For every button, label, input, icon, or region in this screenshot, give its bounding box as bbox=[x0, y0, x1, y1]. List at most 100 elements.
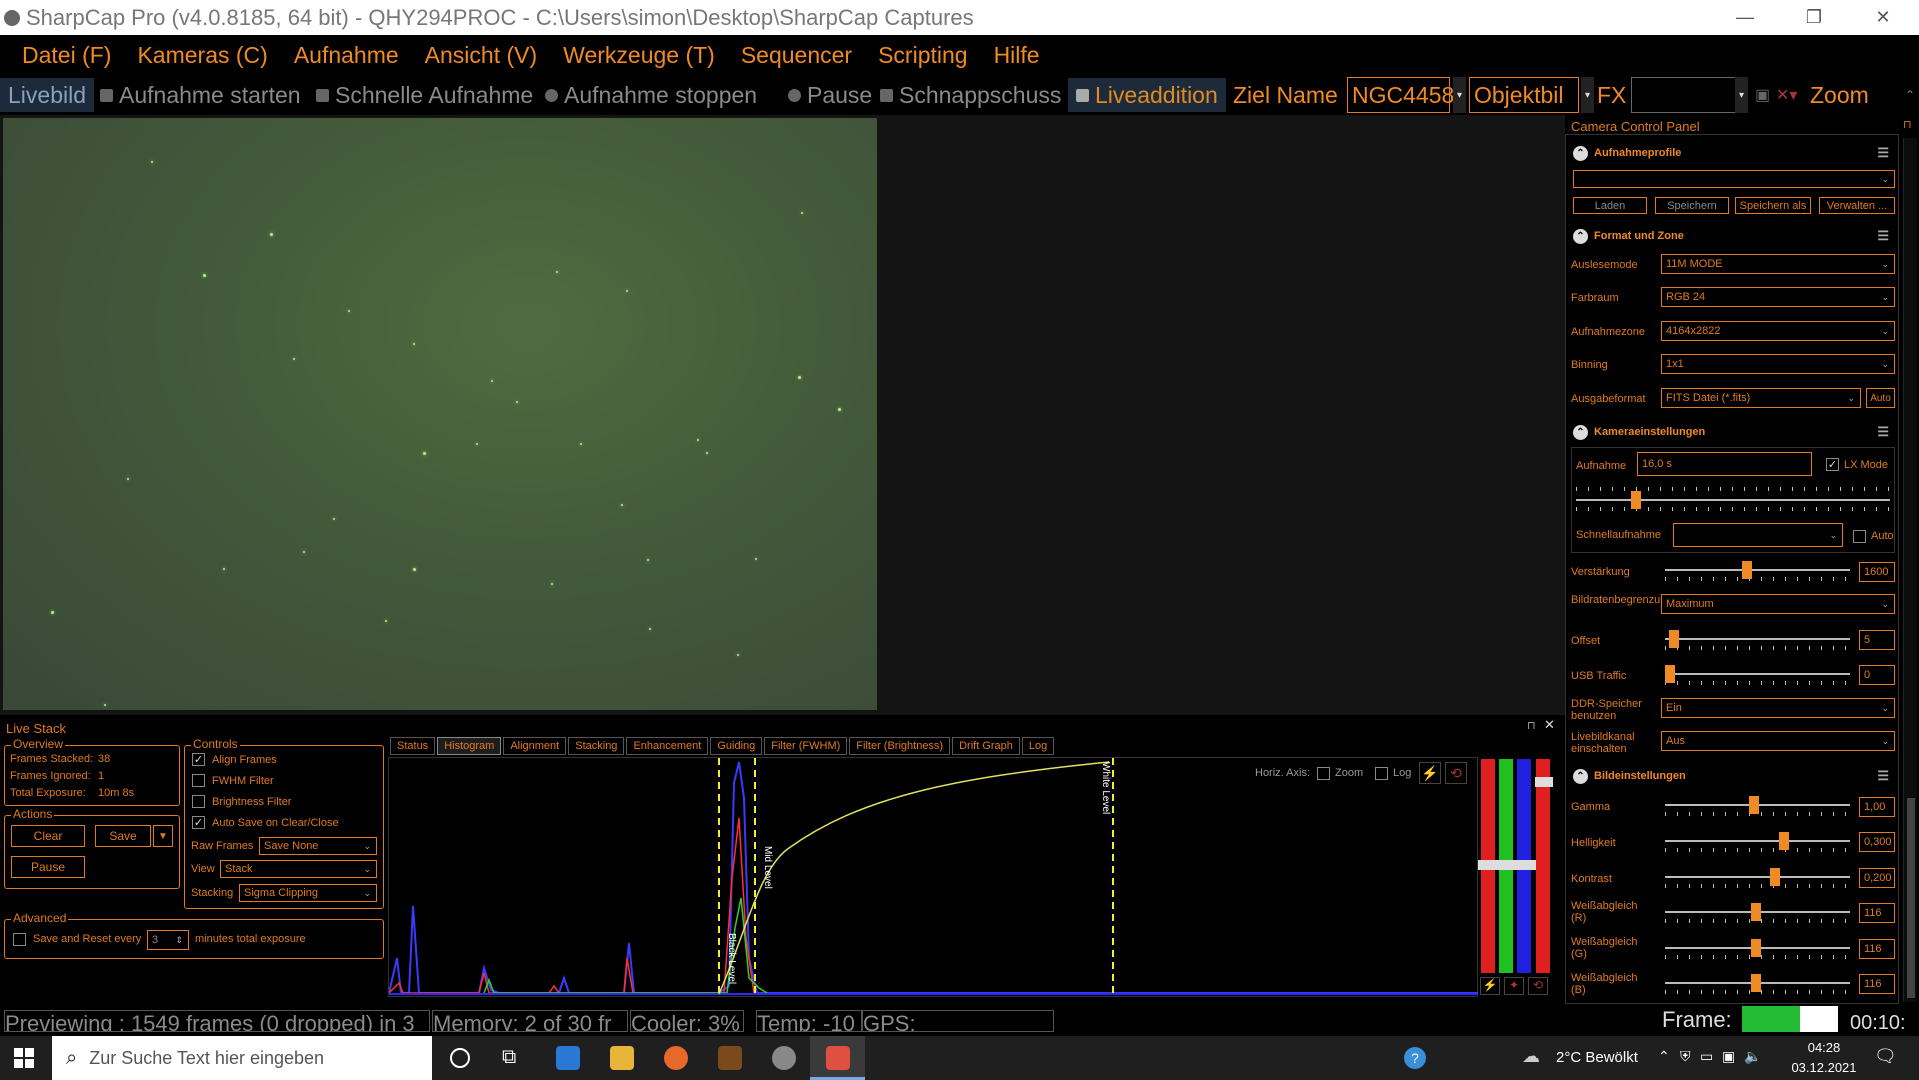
exposure-input[interactable]: 16,0 s bbox=[1637, 452, 1812, 476]
stellarium-icon[interactable] bbox=[772, 1046, 796, 1070]
balance-star-icon[interactable]: ✦ bbox=[1504, 977, 1524, 995]
store-icon[interactable] bbox=[556, 1046, 580, 1070]
wb-g-value[interactable]: 116 bbox=[1859, 939, 1895, 959]
gamma-value[interactable]: 1,00 bbox=[1859, 797, 1895, 817]
offset-slider-thumb[interactable] bbox=[1668, 630, 1679, 648]
image-settings-header[interactable]: ⌃ Bildeinstellungen ☰ bbox=[1569, 764, 1897, 788]
menu-datei[interactable]: Datei (F) bbox=[22, 42, 111, 69]
output-auto-button[interactable]: Auto bbox=[1866, 388, 1895, 408]
brightness-value[interactable]: 0,300 bbox=[1859, 832, 1895, 852]
sharpcap-taskbar-item[interactable] bbox=[810, 1036, 865, 1080]
volume-icon[interactable]: 🔈 bbox=[1744, 1048, 1761, 1065]
start-capture-button[interactable]: Aufnahme starten bbox=[100, 78, 301, 112]
histogram-log-checkbox[interactable] bbox=[1375, 767, 1388, 780]
notifications-icon[interactable]: 🗨 bbox=[1874, 1046, 1897, 1067]
quick-capture-select[interactable]: ⌄ bbox=[1673, 523, 1843, 547]
livechannel-select[interactable]: Aus ⌄ bbox=[1661, 731, 1895, 751]
pause-button[interactable]: Pause bbox=[788, 78, 872, 112]
ddr-select[interactable]: Ein ⌄ bbox=[1661, 698, 1895, 718]
histogram-zoom-checkbox[interactable] bbox=[1317, 767, 1330, 780]
save-as-profile-button[interactable]: Speichern als bbox=[1735, 197, 1811, 214]
gain-value[interactable]: 1600 bbox=[1859, 562, 1895, 582]
menu-hilfe[interactable]: Hilfe bbox=[994, 42, 1040, 69]
usb-traffic-slider[interactable] bbox=[1665, 673, 1850, 675]
histogram-chart[interactable]: Black Level Mid Level White Level bbox=[388, 758, 1479, 998]
snapshot-button[interactable]: Schnappschuss bbox=[880, 78, 1061, 112]
ccp-scrollbar[interactable] bbox=[1903, 138, 1917, 1002]
framerate-select[interactable]: Maximum ⌄ bbox=[1661, 594, 1895, 614]
windows-start-icon[interactable] bbox=[14, 1048, 34, 1068]
brightness-slider[interactable] bbox=[1665, 840, 1850, 842]
object-type-select[interactable]: Objektbil bbox=[1469, 77, 1579, 113]
save-profile-button[interactable]: Speichern bbox=[1655, 197, 1729, 214]
target-dropdown-button[interactable]: ▾ bbox=[1453, 77, 1466, 113]
balance-slider-handles[interactable] bbox=[1478, 860, 1536, 870]
colorspace-select[interactable]: RGB 24 ⌄ bbox=[1661, 287, 1895, 307]
collapse-icon[interactable]: ⌃ bbox=[1573, 424, 1588, 440]
lightning-icon[interactable]: ⚡ bbox=[1419, 762, 1441, 784]
balance-lightning-icon[interactable]: ⚡ bbox=[1480, 977, 1500, 995]
minimize-button[interactable]: — bbox=[1717, 0, 1773, 35]
zoom-label[interactable]: Zoom bbox=[1810, 78, 1869, 112]
reticule-icon[interactable]: ▣ bbox=[1755, 78, 1770, 112]
ccp-scrollbar-thumb[interactable] bbox=[1907, 798, 1915, 998]
pin-icon[interactable]: ⌃ bbox=[1905, 78, 1915, 112]
cross-icon[interactable]: ✕▾ bbox=[1776, 78, 1797, 112]
manage-profiles-button[interactable]: Verwalten ... bbox=[1819, 197, 1895, 214]
balance-top-handle[interactable] bbox=[1535, 777, 1553, 787]
load-profile-button[interactable]: Laden bbox=[1573, 197, 1647, 214]
pause-stack-button[interactable]: Pause bbox=[11, 856, 85, 878]
close-button[interactable]: ✕ bbox=[1855, 0, 1911, 35]
cortana-icon[interactable] bbox=[450, 1048, 470, 1068]
clock-date[interactable]: 03.12.2021 bbox=[1788, 1060, 1860, 1075]
image-viewer[interactable] bbox=[0, 115, 1565, 715]
menu-ansicht[interactable]: Ansicht (V) bbox=[425, 42, 537, 69]
save-menu-button[interactable]: ▼ bbox=[153, 825, 173, 847]
taskbar-search[interactable]: ⌕ Zur Suche Text hier eingeben bbox=[52, 1036, 432, 1080]
lx-mode-checkbox[interactable]: ✓ bbox=[1826, 458, 1839, 471]
livebild-button[interactable]: Livebild bbox=[0, 78, 94, 112]
exposure-slider[interactable] bbox=[1576, 499, 1890, 501]
fx-select[interactable] bbox=[1631, 77, 1739, 113]
profile-select[interactable]: ⌄ bbox=[1573, 170, 1895, 188]
task-view-icon[interactable]: ⧉ bbox=[502, 1046, 516, 1069]
hamburger-icon[interactable]: ☰ bbox=[1877, 145, 1889, 161]
gain-slider-thumb[interactable] bbox=[1742, 561, 1752, 579]
gamma-slider-thumb[interactable] bbox=[1749, 796, 1759, 814]
gain-slider[interactable] bbox=[1665, 569, 1850, 571]
tab-filter-brightness[interactable]: Filter (Brightness) bbox=[849, 737, 951, 755]
weather-text[interactable]: 2°C Bewölkt bbox=[1556, 1049, 1638, 1066]
restore-button[interactable]: ❐ bbox=[1786, 0, 1842, 35]
save-reset-stepper[interactable]: 3 ⇕ bbox=[147, 930, 189, 950]
fwhm-filter-checkbox[interactable] bbox=[192, 774, 205, 787]
brightness-slider-thumb[interactable] bbox=[1778, 832, 1789, 850]
stepper-arrows-icon[interactable]: ⇕ bbox=[175, 935, 183, 946]
security-icon[interactable]: ⛨ bbox=[1680, 1048, 1691, 1065]
wb-b-value[interactable]: 116 bbox=[1859, 974, 1895, 994]
livestack-pin-icon[interactable]: ⊓ bbox=[1527, 719, 1536, 732]
collapse-icon[interactable]: ⌃ bbox=[1573, 145, 1588, 161]
binning-select[interactable]: 1x1 ⌄ bbox=[1661, 354, 1895, 374]
ccp-pin-icon[interactable]: ⊓ bbox=[1903, 118, 1912, 131]
menu-kameras[interactable]: Kameras (C) bbox=[137, 42, 267, 69]
exposure-slider-thumb[interactable] bbox=[1630, 491, 1641, 509]
hamburger-icon[interactable]: ☰ bbox=[1877, 768, 1889, 784]
collapse-icon[interactable]: ⌃ bbox=[1573, 228, 1588, 244]
collapse-icon[interactable]: ⌃ bbox=[1573, 768, 1588, 784]
target-name-input[interactable]: NGC4458 bbox=[1347, 77, 1454, 113]
object-type-dropdown-button[interactable]: ▾ bbox=[1581, 77, 1594, 113]
align-frames-checkbox[interactable]: ✓ bbox=[192, 753, 205, 766]
camera-header[interactable]: ⌃ Kameraeinstellungen ☰ bbox=[1569, 420, 1897, 444]
clock-time[interactable]: 04:28 bbox=[1796, 1040, 1852, 1055]
firefox-icon[interactable] bbox=[664, 1046, 688, 1070]
quick-auto-checkbox[interactable] bbox=[1853, 530, 1866, 543]
contrast-value[interactable]: 0,200 bbox=[1859, 868, 1895, 888]
wb-r-slider-thumb[interactable] bbox=[1750, 903, 1761, 921]
offset-slider[interactable] bbox=[1665, 638, 1850, 640]
chevron-up-icon[interactable]: ⌃ bbox=[1658, 1048, 1670, 1065]
menu-sequencer[interactable]: Sequencer bbox=[741, 42, 852, 69]
tab-histogram[interactable]: Histogram bbox=[437, 737, 502, 755]
clear-button[interactable]: Clear bbox=[11, 825, 85, 847]
luminance-balance-bar[interactable] bbox=[1536, 759, 1550, 973]
wb-b-slider-thumb[interactable] bbox=[1750, 974, 1761, 992]
